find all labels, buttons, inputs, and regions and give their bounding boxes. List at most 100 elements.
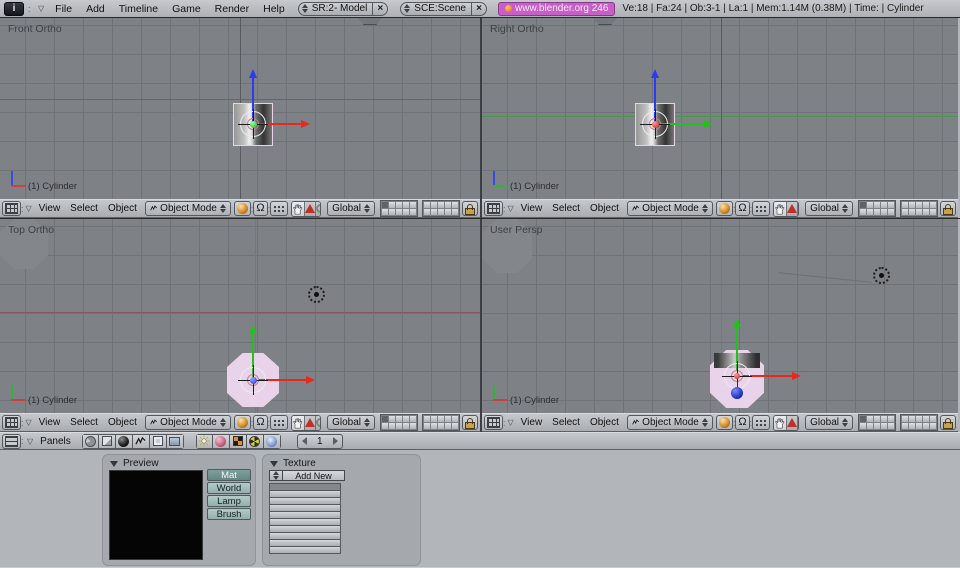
- editing-context-button[interactable]: [150, 434, 167, 449]
- world-buttons-button[interactable]: [264, 434, 281, 449]
- mode-dropdown[interactable]: Object Mode: [627, 415, 713, 430]
- manipulator-translate-button[interactable]: [786, 416, 797, 430]
- menu-object[interactable]: Object: [108, 203, 137, 214]
- logic-context-button[interactable]: [82, 434, 99, 449]
- layer-buttons-group1[interactable]: [858, 200, 896, 217]
- menu-view[interactable]: View: [521, 417, 543, 428]
- screen-dropdown[interactable]: SR:2- Model: [298, 2, 374, 16]
- script-context-button[interactable]: [99, 434, 116, 449]
- preview-mat-button[interactable]: Mat: [207, 469, 251, 481]
- viewport-front-canvas[interactable]: Front Ortho (1) Cylinder: [0, 18, 480, 199]
- lamp-object[interactable]: [873, 267, 890, 284]
- texture-buttons-button[interactable]: [230, 434, 247, 449]
- pivot-button[interactable]: Ω: [253, 201, 267, 216]
- manipulator-hand-button[interactable]: [292, 416, 304, 430]
- snap-button[interactable]: [752, 201, 770, 216]
- manipulator-z-handle[interactable]: [250, 377, 257, 384]
- orientation-dropdown[interactable]: Global: [327, 201, 375, 216]
- manipulator-z-handle[interactable]: [731, 387, 743, 399]
- frame-increment-icon[interactable]: [333, 437, 338, 445]
- menu-select[interactable]: Select: [552, 203, 580, 214]
- manipulator-rotate-button[interactable]: [315, 416, 321, 430]
- preview-brush-button[interactable]: Brush: [207, 508, 251, 520]
- viewport-top-canvas[interactable]: Top Ortho (1) Cylinder: [0, 219, 480, 413]
- manipulator-x-handle[interactable]: [652, 121, 659, 128]
- editor-type-button[interactable]: [484, 201, 503, 216]
- manipulator-y-handle[interactable]: [250, 121, 257, 128]
- collapse-triangle-icon[interactable]: ▽: [26, 204, 32, 213]
- manipulator-hand-button[interactable]: [774, 416, 786, 430]
- menu-select[interactable]: Select: [70, 203, 98, 214]
- manipulator-translate-button[interactable]: [304, 202, 315, 216]
- collapse-triangle-icon[interactable]: ▽: [38, 4, 44, 13]
- texture-panel-header[interactable]: Texture: [263, 455, 420, 470]
- object-context-button[interactable]: [133, 434, 150, 449]
- lock-button[interactable]: [462, 201, 478, 216]
- menu-view[interactable]: View: [39, 203, 61, 214]
- manipulator-hand-button[interactable]: [292, 202, 304, 216]
- lock-button[interactable]: [940, 201, 956, 216]
- menu-game[interactable]: Game: [172, 3, 201, 15]
- frame-decrement-icon[interactable]: [302, 437, 307, 445]
- snap-button[interactable]: [752, 415, 770, 430]
- viewport-user-canvas[interactable]: User Persp (1) Cylinder: [482, 219, 958, 413]
- panel-collapse-icon[interactable]: [110, 461, 118, 467]
- orientation-dropdown[interactable]: Global: [805, 201, 853, 216]
- viewport-right-canvas[interactable]: Right Ortho (1) Cylinder: [482, 18, 958, 199]
- menu-object[interactable]: Object: [590, 417, 619, 428]
- pivot-button[interactable]: Ω: [735, 201, 749, 216]
- draw-type-button[interactable]: [716, 415, 733, 430]
- collapse-triangle-icon[interactable]: ▽: [508, 418, 514, 427]
- layer-buttons-group2[interactable]: [900, 414, 938, 431]
- manipulator-translate-button[interactable]: [786, 202, 797, 216]
- scene-dropdown[interactable]: SCE:Scene: [400, 2, 472, 16]
- editor-type-button[interactable]: [484, 415, 503, 430]
- snap-button[interactable]: [270, 415, 288, 430]
- menu-add[interactable]: Add: [86, 3, 105, 15]
- lock-button[interactable]: [940, 415, 956, 430]
- draw-type-button[interactable]: [716, 201, 733, 216]
- collapse-triangle-icon[interactable]: ▽: [508, 204, 514, 213]
- draw-type-button[interactable]: [234, 201, 251, 216]
- texture-browse-dropdown[interactable]: [269, 470, 283, 481]
- menu-file[interactable]: File: [55, 3, 72, 15]
- material-buttons-button[interactable]: [213, 434, 230, 449]
- layer-buttons-group2[interactable]: [422, 414, 460, 431]
- menu-timeline[interactable]: Timeline: [119, 3, 158, 15]
- editor-type-button[interactable]: [2, 434, 21, 449]
- mode-dropdown[interactable]: Object Mode: [145, 201, 231, 216]
- collapse-triangle-icon[interactable]: ▽: [26, 418, 32, 427]
- menu-view[interactable]: View: [39, 417, 61, 428]
- snap-button[interactable]: [270, 201, 288, 216]
- mode-dropdown[interactable]: Object Mode: [145, 415, 231, 430]
- panel-collapse-icon[interactable]: [270, 461, 278, 467]
- menu-select[interactable]: Select: [552, 417, 580, 428]
- scene-delete-button[interactable]: ×: [472, 2, 487, 16]
- shading-context-button[interactable]: [116, 434, 133, 449]
- panels-menu[interactable]: Panels: [40, 436, 71, 447]
- layer-buttons-group1[interactable]: [858, 414, 896, 431]
- texture-slot[interactable]: [269, 546, 341, 554]
- window-join-handle[interactable]: [358, 18, 382, 25]
- preview-lamp-button[interactable]: Lamp: [207, 495, 251, 507]
- pivot-button[interactable]: Ω: [253, 415, 267, 430]
- scene-context-button[interactable]: [167, 434, 184, 449]
- pivot-button[interactable]: Ω: [735, 415, 749, 430]
- manipulator-translate-button[interactable]: [304, 416, 315, 430]
- layer-buttons-group2[interactable]: [900, 200, 938, 217]
- editor-type-button[interactable]: [2, 415, 21, 430]
- menu-object[interactable]: Object: [590, 203, 619, 214]
- manipulator-rotate-button[interactable]: [797, 202, 799, 216]
- menu-view[interactable]: View: [521, 203, 543, 214]
- blender-org-link[interactable]: www.blender.org 246: [498, 2, 615, 16]
- lamp-object[interactable]: [308, 286, 325, 303]
- layer-buttons-group1[interactable]: [380, 200, 418, 217]
- screen-delete-button[interactable]: ×: [373, 2, 388, 16]
- menu-object[interactable]: Object: [108, 417, 137, 428]
- preview-panel-header[interactable]: Preview: [103, 455, 255, 470]
- orientation-dropdown[interactable]: Global: [327, 415, 375, 430]
- manipulator-rotate-button[interactable]: [315, 202, 321, 216]
- orientation-dropdown[interactable]: Global: [805, 415, 853, 430]
- editor-type-button[interactable]: [2, 201, 21, 216]
- manipulator-rotate-button[interactable]: [797, 416, 799, 430]
